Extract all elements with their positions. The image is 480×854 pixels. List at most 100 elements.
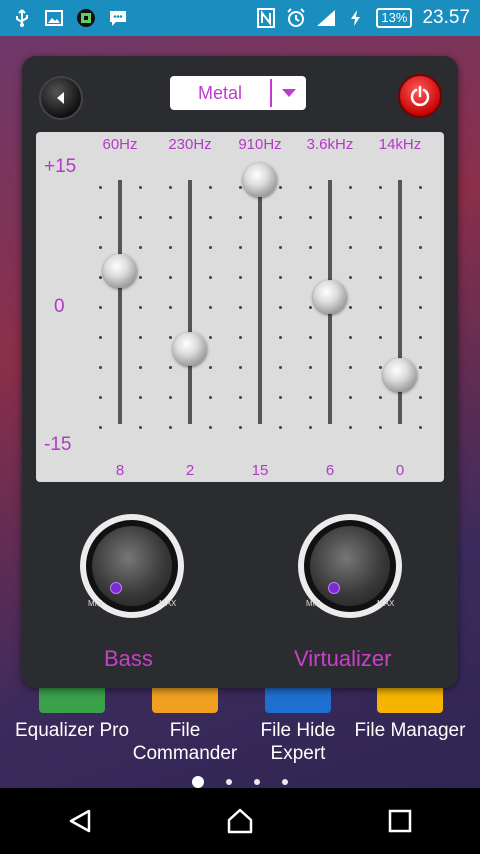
scale-tick: [349, 306, 352, 309]
app-file-hide-expert[interactable]: File Hide Expert: [250, 685, 346, 765]
scale-tick: [309, 186, 312, 189]
scale-tick: [139, 366, 142, 369]
back-arrow-icon: [57, 92, 64, 104]
file-hide-expert-icon: [265, 685, 331, 713]
page-dot[interactable]: [282, 779, 288, 785]
page-dot[interactable]: [192, 776, 204, 788]
scale-tick: [379, 186, 382, 189]
recents-square-icon: [388, 809, 412, 833]
app-label: File Manager: [354, 720, 466, 741]
scale-tick: [379, 306, 382, 309]
alarm-icon: [286, 8, 306, 28]
scale-tick: [279, 246, 282, 249]
scale-tick: [349, 276, 352, 279]
scale-tick: [379, 426, 382, 429]
scale-tick: [169, 246, 172, 249]
nav-home-button[interactable]: [210, 791, 270, 851]
scale-tick: [139, 306, 142, 309]
scale-tick: [239, 336, 242, 339]
band-slider-knob[interactable]: [313, 280, 347, 315]
scale-tick: [279, 186, 282, 189]
scale-tick: [349, 426, 352, 429]
nav-back-button[interactable]: [50, 791, 110, 851]
scale-tick: [279, 306, 282, 309]
app-equalizer-pro[interactable]: Equalizer Pro: [10, 685, 134, 742]
scale-tick: [239, 216, 242, 219]
band-slider-knob[interactable]: [243, 163, 277, 197]
scale-tick: [209, 276, 212, 279]
scale-tick: [419, 366, 422, 369]
scale-tick: [349, 186, 352, 189]
band-freq: 230Hz: [168, 136, 212, 153]
scale-tick: [419, 186, 422, 189]
band-slider-knob[interactable]: [383, 358, 417, 393]
page-dot[interactable]: [254, 779, 260, 785]
band-freq: 14kHz: [378, 136, 422, 153]
scale-tick: [209, 396, 212, 399]
scale-tick: [309, 336, 312, 339]
bass-max-label: MAX: [159, 599, 177, 608]
band-track: [258, 180, 262, 424]
app-file-commander[interactable]: File Commander: [130, 685, 240, 765]
scale-tick: [99, 186, 102, 189]
equalizer-bands: +15 0 -15 60Hz 230Hz 910Hz 3.6kHz 14kHz …: [36, 132, 444, 482]
scale-tick: [139, 216, 142, 219]
scale-tick: [139, 186, 142, 189]
scale-tick: [139, 246, 142, 249]
back-button[interactable]: [39, 76, 83, 120]
page-indicator: [0, 776, 480, 788]
scale-tick: [419, 396, 422, 399]
navigation-bar: [0, 788, 480, 854]
virtualizer-min-label: MIN: [306, 599, 321, 608]
charging-icon: [346, 8, 366, 28]
scale-tick: [209, 306, 212, 309]
scale-tick: [419, 306, 422, 309]
scale-tick: [419, 216, 422, 219]
band-value: 2: [185, 462, 195, 479]
virtualizer-dial-face: [310, 526, 390, 606]
power-icon: [410, 85, 430, 107]
scale-tick: [209, 426, 212, 429]
nav-recents-button[interactable]: [370, 791, 430, 851]
scale-tick: [169, 186, 172, 189]
band-freq: 3.6kHz: [306, 136, 354, 153]
scale-tick: [309, 366, 312, 369]
scale-tick: [99, 426, 102, 429]
file-manager-icon: [377, 685, 443, 713]
scale-tick: [419, 336, 422, 339]
scale-tick: [239, 276, 242, 279]
scale-tick: [99, 246, 102, 249]
message-icon: [108, 8, 128, 28]
page-dot[interactable]: [226, 779, 232, 785]
scale-tick: [239, 396, 242, 399]
scale-tick: [139, 426, 142, 429]
bass-label: Bass: [104, 646, 153, 671]
scale-tick: [169, 216, 172, 219]
preset-dropdown[interactable]: Metal: [170, 76, 306, 110]
scale-tick: [309, 306, 312, 309]
band-value: 0: [395, 462, 405, 479]
scale-tick: [309, 276, 312, 279]
scale-tick: [239, 306, 242, 309]
scale-tick: [99, 336, 102, 339]
power-button[interactable]: [398, 74, 442, 118]
scale-tick: [419, 246, 422, 249]
band-slider-knob[interactable]: [173, 332, 207, 367]
status-bar: 13% 23.57: [0, 0, 480, 36]
file-commander-icon: [152, 685, 218, 713]
app-file-manager[interactable]: File Manager: [352, 685, 468, 742]
scale-tick: [379, 216, 382, 219]
nfc-icon: [256, 8, 276, 28]
battery-level: 13%: [376, 8, 413, 28]
scale-tick: [349, 336, 352, 339]
band-slider-knob[interactable]: [103, 254, 137, 289]
app-label: File Hide Expert: [260, 720, 336, 764]
app-label: File Commander: [132, 720, 238, 764]
scale-tick: [379, 366, 382, 369]
home-app-row: Equalizer Pro File Commander File Hide E…: [0, 685, 480, 780]
image-icon: [44, 8, 64, 28]
bass-dial-face: [92, 526, 172, 606]
scale-tick: [209, 336, 212, 339]
band-track: [188, 180, 192, 424]
virtualizer-label: Virtualizer: [294, 646, 392, 671]
